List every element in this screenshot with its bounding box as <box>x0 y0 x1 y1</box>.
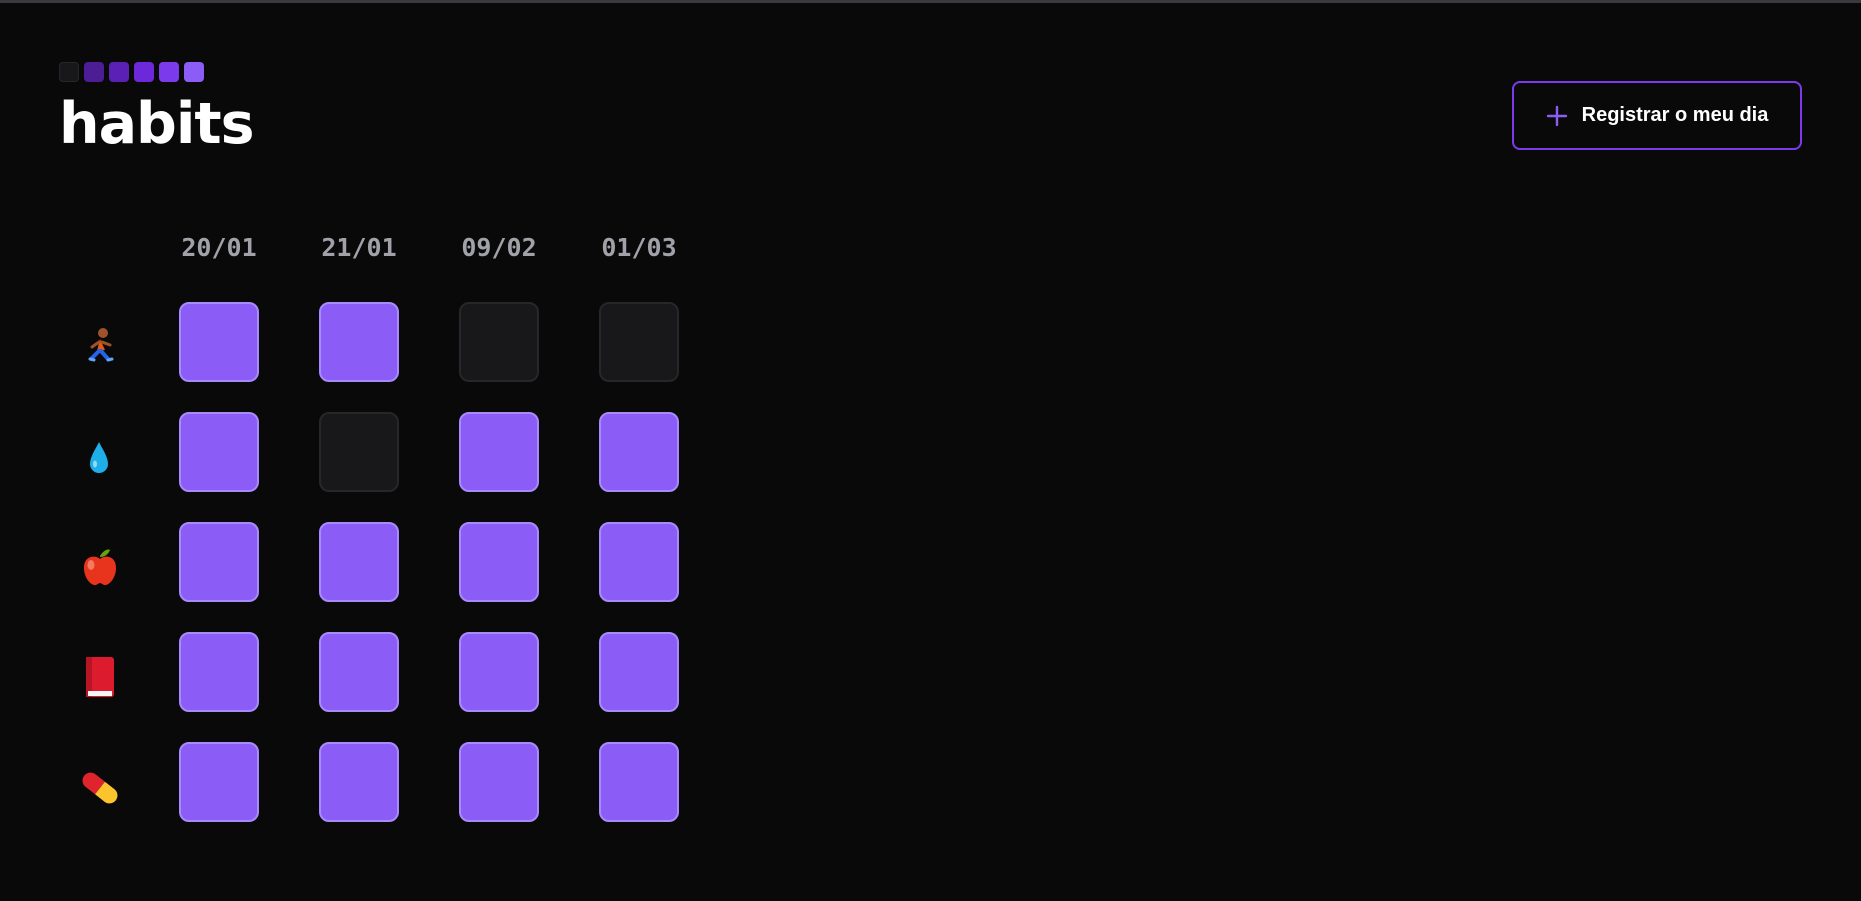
habit-day-cell[interactable] <box>179 742 259 822</box>
habit-day-cell[interactable] <box>179 302 259 382</box>
date-header: 01/03 <box>601 233 677 262</box>
habit-day-cell[interactable] <box>459 302 539 382</box>
habit-day-cell[interactable] <box>319 302 399 382</box>
logo-square <box>134 62 154 82</box>
plus-icon <box>1546 105 1567 126</box>
window-top-border <box>0 0 1861 3</box>
habit-day-cell[interactable] <box>319 632 399 712</box>
habit-day-cell[interactable] <box>599 522 679 602</box>
logo-square <box>184 62 204 82</box>
habit-day-cell[interactable] <box>599 742 679 822</box>
habit-day-cell[interactable] <box>459 522 539 602</box>
water-drop-icon <box>90 442 108 473</box>
logo-square <box>159 62 179 82</box>
habit-day-cell[interactable] <box>459 742 539 822</box>
habit-day-cell[interactable] <box>459 632 539 712</box>
habit-day-cell[interactable] <box>319 522 399 602</box>
habit-day-cell[interactable] <box>319 412 399 492</box>
register-day-button[interactable]: Registrar o meu dia <box>1512 81 1802 150</box>
habit-day-cell[interactable] <box>319 742 399 822</box>
date-header: 20/01 <box>181 233 257 262</box>
apple-icon <box>84 549 116 586</box>
habit-day-cell[interactable] <box>179 522 259 602</box>
register-day-label: Registrar o meu dia <box>1581 104 1769 126</box>
logo-square <box>84 62 104 82</box>
logo-squares <box>59 62 204 83</box>
habit-day-cell[interactable] <box>599 302 679 382</box>
habit-day-cell[interactable] <box>179 632 259 712</box>
logo-square <box>109 62 129 82</box>
habit-day-cell[interactable] <box>599 632 679 712</box>
habit-day-cell[interactable] <box>459 412 539 492</box>
app-title: habits <box>59 91 255 157</box>
book-icon <box>86 657 114 697</box>
running-person-icon <box>88 328 114 362</box>
habit-day-cell[interactable] <box>599 412 679 492</box>
date-header: 21/01 <box>321 233 397 262</box>
date-header: 09/02 <box>461 233 537 262</box>
logo-square <box>59 62 79 82</box>
habit-day-cell[interactable] <box>179 412 259 492</box>
pill-icon <box>82 772 118 804</box>
app-logo: habits <box>59 62 255 153</box>
